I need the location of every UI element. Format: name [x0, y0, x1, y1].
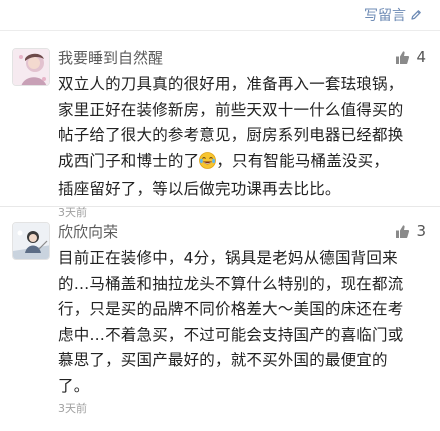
comment-line: 帖子给了很大的参考意见，厨房系列电器已经都换 [58, 126, 404, 144]
comment-line: 双立人的刀具真的很好用，准备再入一套珐琅锅， [58, 75, 404, 93]
comment-line: 行，只是买的品牌不同价格差大～美国的床还在考 [58, 300, 404, 318]
like-button[interactable]: 3 [395, 222, 426, 240]
avatar[interactable] [12, 222, 50, 260]
comment-header: 我要睡到自然醒 4 [58, 47, 426, 68]
username[interactable]: 欣欣向荣 [58, 221, 118, 242]
laughing-tears-emoji-icon [199, 151, 217, 178]
like-button[interactable]: 4 [395, 48, 426, 66]
comment-text: 成西门子和博士的了 [58, 151, 200, 170]
comment-line: 插座留好了，等以后做完功课再去比比。 [58, 180, 341, 198]
comment-line: 目前正在装修中，4分，锅具是老妈从德国背回来 [58, 249, 398, 267]
comment-line: 成西门子和博士的了 ，只有智能马桶盖没买， [58, 149, 426, 178]
comment-line: 慕思了，买国产最好的，就不买外国的最便宜的 [58, 351, 388, 369]
like-count: 4 [416, 48, 426, 66]
thumbs-up-icon [395, 50, 410, 65]
comment-item: 我要睡到自然醒 4 双立人的刀具真的很好用，准备再入一套珐琅锅， 家里正好在装修… [0, 31, 440, 219]
comment-header: 欣欣向荣 3 [58, 221, 426, 242]
pencil-icon [410, 9, 422, 21]
like-count: 3 [416, 222, 426, 240]
comments-header: 写留言 [0, 0, 440, 31]
comment-body: 双立人的刀具真的很好用，准备再入一套珐琅锅， 家里正好在装修新房，前些天双十一什… [58, 72, 426, 203]
write-comment-label: 写留言 [364, 8, 406, 24]
comment-line: 虑中…不着急买，不过可能会支持国产的喜临门或 [58, 325, 404, 344]
comment-line: 的…马桶盖和抽拉龙头不算什么特别的，现在都流 [58, 274, 404, 293]
comments-page: 写留言 我要睡到自然醒 4 双立人的刀具真的很好用，准备再入一套珐琅锅， 家里正… [0, 0, 440, 431]
comment-time: 3天前 [58, 402, 87, 415]
thumbs-up-icon [395, 224, 410, 239]
comment-line: 了。 [58, 376, 90, 395]
comment-text: ，只有智能马桶盖没买， [216, 151, 390, 170]
write-comment-button[interactable]: 写留言 [364, 5, 422, 25]
comment-item: 欣欣向荣 3 目前正在装修中，4分，锅具是老妈从德国背回来 的…马桶盖和抽拉龙头… [0, 207, 440, 416]
avatar[interactable] [12, 48, 50, 86]
comment-body: 目前正在装修中，4分，锅具是老妈从德国背回来 的…马桶盖和抽拉龙头不算什么特别的… [58, 246, 426, 399]
comment-line: 家里正好在装修新房，前些天双十一什么值得买的 [58, 100, 404, 119]
username[interactable]: 我要睡到自然醒 [58, 47, 163, 68]
